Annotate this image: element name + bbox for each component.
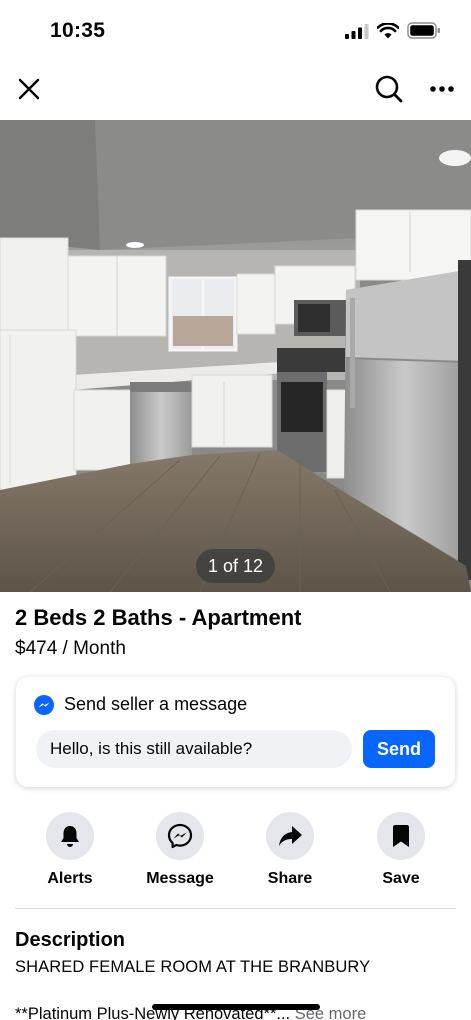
signal-icon	[345, 23, 369, 39]
photo-counter: 1 of 12	[196, 549, 275, 583]
nav-bar	[0, 62, 471, 116]
message-header-text: Send seller a message	[64, 694, 248, 714]
status-bar: 10:35	[0, 0, 471, 60]
alerts-circle	[46, 812, 94, 860]
send-button[interactable]: Send	[363, 730, 435, 768]
share-label: Share	[267, 870, 313, 887]
save-label: Save	[382, 870, 420, 887]
listing-price: $474 / Month	[15, 638, 126, 659]
alerts-label: Alerts	[47, 870, 93, 887]
save-circle	[377, 812, 425, 860]
status-icons	[345, 22, 441, 39]
status-time: 10:35	[50, 19, 106, 42]
message-button[interactable]: Message	[135, 812, 225, 888]
description-heading: Description	[15, 929, 126, 951]
alerts-button[interactable]: Alerts	[25, 812, 115, 888]
description-line-1: SHARED FEMALE ROOM AT THE BRANBURY	[15, 958, 371, 976]
share-circle	[266, 812, 314, 860]
message-seller-card: Send seller a message Send	[16, 677, 455, 787]
bell-icon	[61, 826, 79, 847]
close-icon	[18, 78, 40, 100]
messenger-outline-icon	[167, 823, 193, 849]
message-input[interactable]	[36, 730, 352, 768]
message-circle	[156, 812, 204, 860]
share-icon	[279, 826, 302, 846]
action-buttons: Alerts Message Share Save	[0, 812, 471, 892]
more-button[interactable]	[425, 73, 459, 105]
more-icon	[430, 86, 454, 92]
listing-title: 2 Beds 2 Baths - Apartment	[15, 605, 302, 630]
listing-photo[interactable]	[0, 120, 471, 592]
wifi-icon	[377, 22, 399, 38]
home-indicator[interactable]	[152, 1004, 320, 1010]
close-button[interactable]	[14, 74, 44, 104]
kitchen-photo-image	[0, 120, 471, 592]
messenger-icon	[34, 694, 54, 715]
share-button[interactable]: Share	[245, 812, 335, 888]
save-button[interactable]: Save	[356, 812, 446, 888]
message-header: Send seller a message	[34, 694, 247, 715]
search-button[interactable]	[373, 73, 405, 105]
bookmark-icon	[393, 825, 409, 847]
divider	[15, 908, 456, 909]
message-label: Message	[146, 870, 214, 887]
battery-icon	[407, 22, 440, 39]
search-icon	[375, 75, 403, 103]
